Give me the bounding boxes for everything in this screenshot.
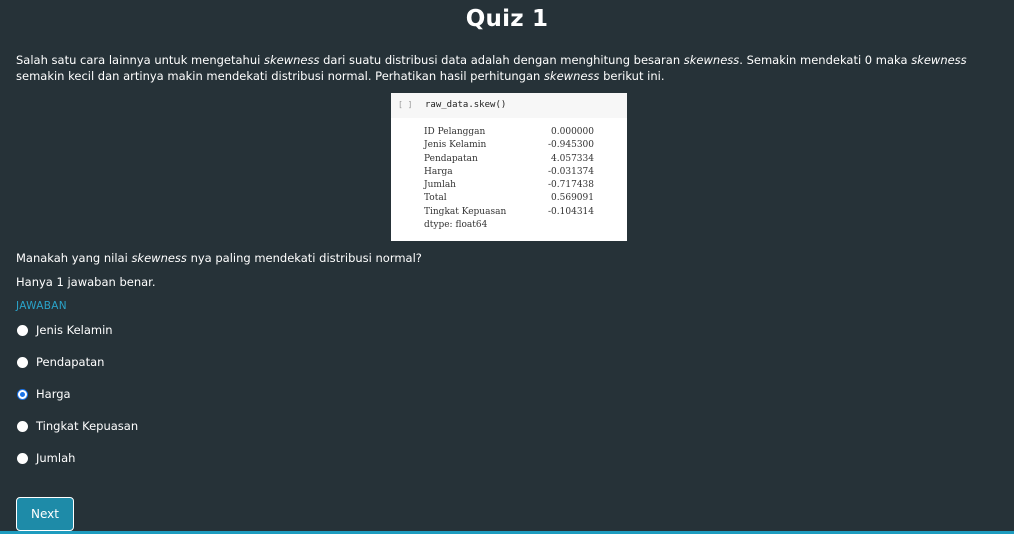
radio-button[interactable] xyxy=(17,324,28,336)
intro-term-2: skewness xyxy=(683,53,740,67)
code-row-value: -0.717438 xyxy=(548,180,594,191)
code-output-row: Pendapatan 4.057334 xyxy=(424,153,594,166)
intro-part-4: semakin kecil dan artinya makin mendekat… xyxy=(16,68,544,83)
intro-part-2: dari suatu distribusi data adalah dengan… xyxy=(319,53,684,67)
page-title: Quiz 1 xyxy=(465,6,549,32)
radio-button[interactable] xyxy=(17,356,28,368)
code-row-value: 4.057334 xyxy=(551,153,594,164)
option-label: Jenis Kelamin xyxy=(36,323,113,337)
code-cell-bracket: [ ] xyxy=(398,100,413,109)
question-part-2: nya paling mendekati distribusi normal? xyxy=(186,251,422,265)
option-label: Jumlah xyxy=(36,451,76,465)
code-row-name: Jenis Kelamin xyxy=(424,140,487,151)
code-dtype: dtype: float64 xyxy=(424,220,488,231)
code-output-row: Jenis Kelamin -0.945300 xyxy=(424,139,594,152)
radio-button[interactable] xyxy=(17,452,28,464)
code-output-row: ID Pelanggan 0.000000 xyxy=(424,126,594,139)
code-row-name: Jumlah xyxy=(424,180,456,191)
answer-hint: Hanya 1 jawaban benar. xyxy=(16,275,156,289)
option-harga[interactable]: Harga xyxy=(16,386,138,402)
radio-button-selected[interactable] xyxy=(17,388,28,400)
option-label: Harga xyxy=(36,387,71,401)
code-command: raw_data.skew() xyxy=(425,100,507,110)
code-row-name: Harga xyxy=(424,166,453,177)
code-output: ID Pelanggan 0.000000 Jenis Kelamin -0.945… xyxy=(424,126,594,232)
question-text: Manakah yang nilai skewness nya paling m… xyxy=(16,251,422,265)
code-row-value: 0.000000 xyxy=(551,127,594,137)
option-jumlah[interactable]: Jumlah xyxy=(16,450,138,466)
option-label: Tingkat Kepuasan xyxy=(36,419,139,433)
code-row-name: Tingkat Kepuasan xyxy=(424,206,507,217)
code-output-row: Total 0.569091 xyxy=(424,192,594,205)
code-row-name: ID Pelanggan xyxy=(424,127,486,137)
intro-term-1: skewness xyxy=(263,53,320,67)
code-row-name: Pendapatan xyxy=(424,153,478,164)
code-output-row: Harga -0.031374 xyxy=(424,166,594,179)
quiz-page: Quiz 1 Salah satu cara lainnya untuk men… xyxy=(0,0,1014,534)
code-row-value: 0.569091 xyxy=(551,193,594,204)
intro-part-3: . Semakin mendekati 0 maka xyxy=(739,53,912,67)
intro-text: Salah satu cara lainnya untuk mengetahui… xyxy=(16,53,1006,84)
code-cell-input: [ ] raw_data.skew() xyxy=(391,93,627,118)
question-term: skewness xyxy=(131,251,187,265)
code-row-value: -0.104314 xyxy=(548,206,594,217)
option-jenis-kelamin[interactable]: Jenis Kelamin xyxy=(16,322,138,338)
code-output-row: Tingkat Kepuasan -0.104314 xyxy=(424,206,594,219)
option-pendapatan[interactable]: Pendapatan xyxy=(16,354,138,370)
intro-term-4: skewness xyxy=(543,68,600,83)
code-row-value: -0.031374 xyxy=(548,166,594,177)
answer-options: Jenis Kelamin Pendapatan Harga Tingkat K… xyxy=(16,322,138,482)
option-label: Pendapatan xyxy=(36,355,105,369)
code-row-name: Total xyxy=(424,193,447,204)
answer-section-label: JAWABAN xyxy=(16,300,67,312)
intro-term-3: skewness xyxy=(911,53,967,67)
intro-part-1: Salah satu cara lainnya untuk mengetahui xyxy=(16,53,264,67)
option-tingkat-kepuasan[interactable]: Tingkat Kepuasan xyxy=(16,418,138,434)
next-button[interactable]: Next xyxy=(16,497,74,531)
intro-part-5: berikut ini. xyxy=(599,68,665,83)
code-output-row: Jumlah -0.717438 xyxy=(424,179,594,192)
code-output-image: [ ] raw_data.skew() ID Pelanggan 0.000000… xyxy=(391,93,627,241)
code-row-value: -0.945300 xyxy=(548,140,594,151)
question-part-1: Manakah yang nilai xyxy=(16,251,132,265)
radio-button[interactable] xyxy=(17,420,28,432)
